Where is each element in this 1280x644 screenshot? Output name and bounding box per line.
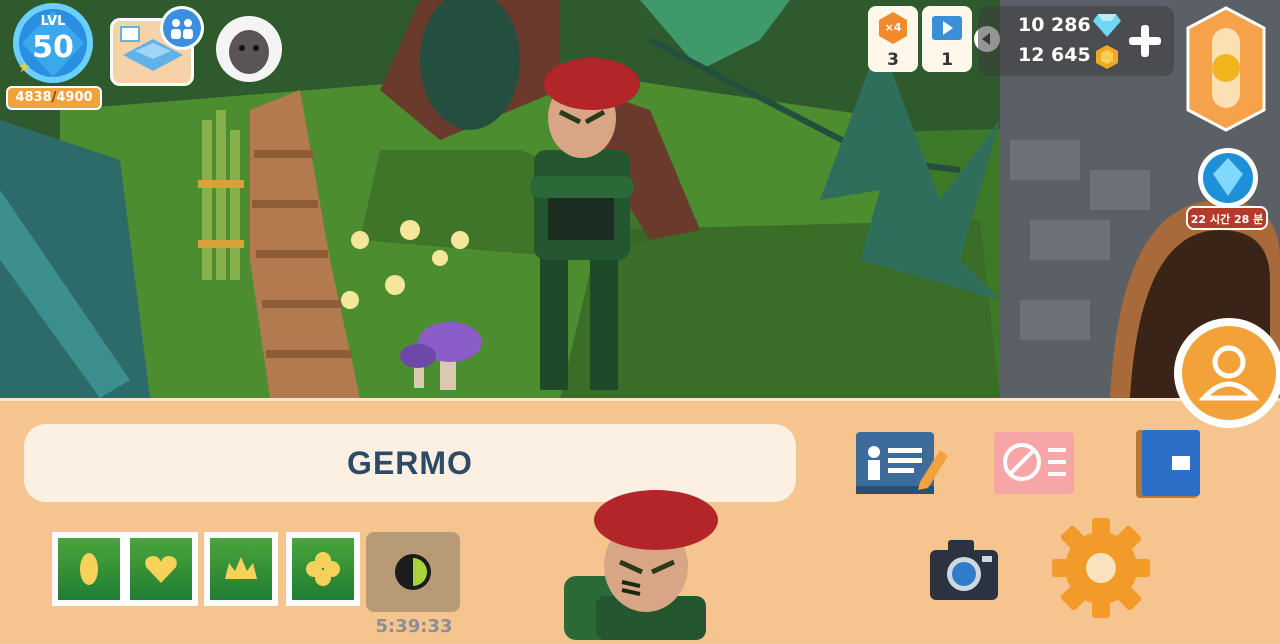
hidden-id-card-icon bbox=[994, 432, 1074, 494]
coin-icon bbox=[1096, 45, 1118, 69]
character-portrait-art bbox=[564, 490, 718, 640]
booster-video[interactable]: 1 bbox=[922, 6, 972, 72]
stamp-heart[interactable] bbox=[124, 532, 198, 606]
level-badge[interactable]: LVL 50 ★ bbox=[4, 2, 102, 84]
booster-xp-count: 3 bbox=[887, 50, 899, 70]
add-currency-button[interactable] bbox=[1126, 22, 1164, 60]
pet-button[interactable] bbox=[216, 16, 282, 82]
plus-icon bbox=[1129, 25, 1161, 57]
booster-xp-badge: ×4 bbox=[884, 21, 902, 34]
crown-icon bbox=[225, 557, 257, 579]
gems-value: 10 286 bbox=[1018, 14, 1091, 36]
gear-icon bbox=[1052, 518, 1150, 618]
pet-icon bbox=[229, 30, 269, 74]
stamp-leaf[interactable] bbox=[52, 532, 126, 606]
stamp-timer: 5:39:33 bbox=[375, 616, 453, 637]
star-icon: ★ bbox=[18, 60, 31, 76]
booster-xp[interactable]: ×4 3 bbox=[868, 6, 918, 72]
booster-video-count: 1 bbox=[941, 50, 953, 70]
menu-badge-icon bbox=[1186, 6, 1266, 132]
video-ticket-icon bbox=[932, 16, 962, 40]
half-moon-icon bbox=[395, 554, 431, 590]
camera-icon bbox=[930, 540, 998, 600]
event-timer: 22 시간 28 분 bbox=[1186, 206, 1268, 230]
xp-max: 4900 bbox=[56, 90, 93, 105]
clover-icon bbox=[306, 552, 340, 586]
xp-current: 4838 bbox=[15, 90, 52, 105]
main-menu-button[interactable] bbox=[1186, 6, 1266, 132]
gem-icon bbox=[1093, 14, 1121, 37]
edit-id-card-icon bbox=[856, 432, 948, 494]
level-label: LVL bbox=[40, 14, 66, 29]
edit-profile-button[interactable] bbox=[854, 430, 948, 498]
coins-value: 12 645 bbox=[1018, 44, 1091, 66]
settings-button[interactable] bbox=[1048, 514, 1154, 622]
hide-profile-button[interactable] bbox=[992, 430, 1076, 498]
event-gem-button[interactable] bbox=[1196, 146, 1260, 210]
camera-button[interactable] bbox=[926, 534, 1002, 606]
stamp-crown-art bbox=[210, 538, 272, 600]
avatar-button[interactable] bbox=[1174, 318, 1280, 428]
crystal-icon bbox=[1198, 148, 1258, 208]
stamp-heart-art bbox=[130, 538, 192, 600]
avatar-icon bbox=[1182, 326, 1276, 420]
stamp-leaf-art bbox=[58, 538, 120, 600]
stamp-clover-art bbox=[292, 538, 354, 600]
stamp-locked bbox=[366, 532, 460, 612]
album-book-icon bbox=[1136, 430, 1200, 498]
leaf-icon bbox=[80, 553, 98, 585]
xp-progress-bar: 4838/4900 bbox=[6, 86, 102, 110]
album-button[interactable] bbox=[1132, 426, 1204, 502]
stamp-crown[interactable] bbox=[204, 532, 278, 606]
friends-button[interactable] bbox=[160, 6, 204, 50]
character-preview bbox=[556, 486, 726, 640]
heart-icon bbox=[145, 556, 177, 583]
stamp-clover[interactable] bbox=[286, 532, 360, 606]
friends-icon bbox=[163, 9, 201, 47]
